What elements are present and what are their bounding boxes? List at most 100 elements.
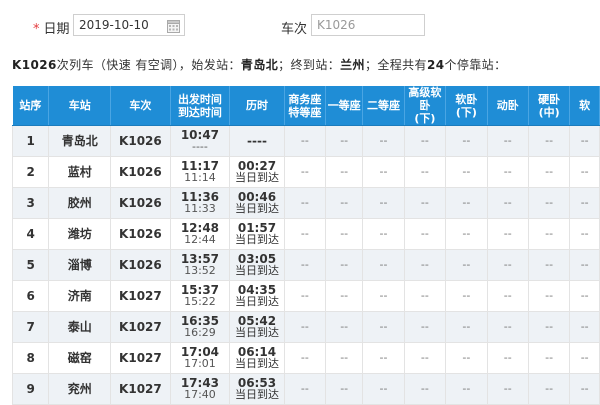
station-name: 济南: [48, 280, 112, 312]
stop-number: 1: [11, 125, 50, 157]
duration-cell: 00:27 当日到达: [229, 156, 285, 188]
time-cell: 13:57 13:52: [169, 249, 231, 281]
seat-cell: --: [445, 311, 488, 343]
seat-cell: --: [325, 311, 364, 343]
seat-cell: --: [486, 187, 529, 219]
time-cell: 17:04 17:01: [169, 342, 231, 374]
arrival-time: 11:14: [184, 171, 216, 184]
seat-cell: --: [403, 187, 447, 219]
seat-cell: --: [445, 280, 488, 312]
train-code: K1026: [110, 125, 171, 157]
table-row[interactable]: 1 青岛北 K1026 10:47 ---- ---- -- -- -- -- -- -- -- --: [11, 125, 600, 157]
seat-cell: --: [527, 218, 571, 250]
seat-cell: --: [569, 280, 600, 312]
train-code: K1027: [110, 342, 171, 374]
summary-train: K1026: [12, 58, 57, 72]
table-row[interactable]: 2 蓝村 K1026 11:17 11:14 00:27 当日到达 -- -- -- -- -- -- -…: [11, 156, 600, 188]
table-row[interactable]: 5 淄博 K1026 13:57 13:52 03:05 当日到达 -- -- -- -- -- -- -…: [11, 249, 600, 281]
column-header-hardsleeper: 硬卧 (中): [528, 86, 571, 126]
seat-cell: --: [445, 187, 488, 219]
seat-cell: --: [445, 249, 488, 281]
arrival-note: 当日到达: [234, 233, 279, 246]
column-header-first: 一等座: [325, 86, 364, 126]
duration-cell: 06:14 当日到达: [229, 342, 285, 374]
seat-cell: --: [527, 187, 571, 219]
train-label: 车次: [281, 22, 308, 37]
stop-number: 7: [11, 311, 50, 343]
seat-cell: --: [403, 280, 447, 312]
seat-cell: --: [325, 342, 364, 374]
column-header-business: 商务座 特等座: [284, 86, 327, 126]
table-body: 1 青岛北 K1026 10:47 ---- ---- -- -- -- -- -- -- -- -- 2 蓝…: [11, 125, 600, 405]
duration-cell: 01:57 当日到达: [229, 218, 285, 250]
table-row[interactable]: 3 胶州 K1026 11:36 11:33 00:46 当日到达 -- -- -- -- -- -- -…: [11, 187, 600, 219]
seat-cell: --: [445, 218, 488, 250]
search-bar: * 日期 2019-10-10 车次 K1026: [0, 0, 600, 52]
seat-cell: --: [283, 280, 327, 312]
time-cell: 15:37 15:22: [169, 280, 231, 312]
seat-cell: --: [362, 156, 405, 188]
table-row[interactable]: 8 磁窑 K1027 17:04 17:01 06:14 当日到达 -- -- -- -- -- -- -…: [11, 342, 600, 374]
calendar-icon[interactable]: [167, 18, 180, 33]
seat-cell: --: [325, 156, 364, 188]
seat-cell: --: [527, 249, 571, 281]
seat-cell: --: [325, 125, 364, 157]
duration-cell: 00:46 当日到达: [229, 187, 285, 219]
seat-cell: --: [283, 342, 327, 374]
seat-cell: --: [445, 156, 488, 188]
arrival-time: 11:33: [184, 202, 216, 215]
stop-number: 5: [11, 249, 50, 281]
seat-cell: --: [403, 125, 447, 157]
arrival-note: 当日到达: [234, 388, 279, 401]
seat-cell: --: [403, 249, 447, 281]
seat-cell: --: [527, 125, 571, 157]
table-row[interactable]: 7 泰山 K1027 16:35 16:29 05:42 当日到达 -- -- -- -- -- -- -…: [11, 311, 600, 343]
time-cell: 16:35 16:29: [169, 311, 231, 343]
date-label: * 日期: [33, 18, 70, 37]
summary-suffix2: 个停靠站：: [444, 58, 507, 72]
station-name: 淄博: [48, 249, 112, 281]
summary-mid: ；终到站：: [278, 58, 341, 72]
duration-cell: ----: [229, 125, 285, 157]
table-row[interactable]: 6 济南 K1027 15:37 15:22 04:35 当日到达 -- -- -- -- -- -- -…: [11, 280, 600, 312]
train-number-placeholder: K1026: [317, 18, 356, 32]
train-summary: K1026次列车（快速 有空调），始发站：青岛北；终到站：兰州；全程共有24个停…: [12, 56, 600, 72]
arrival-time: 17:40: [184, 388, 216, 401]
column-header-no: 站序: [12, 86, 50, 126]
seat-cell: --: [569, 156, 600, 188]
station-name: 泰山: [48, 311, 112, 343]
seat-cell: --: [362, 342, 405, 374]
seat-cell: --: [569, 249, 600, 281]
duration-cell: 03:05 当日到达: [229, 249, 285, 281]
stop-number: 3: [11, 187, 50, 219]
seat-cell: --: [569, 311, 600, 343]
seat-cell: --: [569, 125, 600, 157]
summary-stop-count: 24: [426, 58, 445, 72]
column-header-soft: 软卧 (下): [445, 86, 488, 126]
train-number-input[interactable]: K1026: [311, 14, 425, 36]
seat-cell: --: [362, 218, 405, 250]
train-code: K1027: [110, 280, 171, 312]
column-header-train: 车次: [110, 86, 171, 126]
stop-number: 4: [11, 218, 50, 250]
seat-cell: --: [527, 311, 571, 343]
seat-cell: --: [362, 280, 405, 312]
train-code: K1026: [110, 218, 171, 250]
seat-cell: --: [325, 249, 364, 281]
arrival-time: 17:01: [184, 357, 216, 370]
seat-cell: --: [527, 280, 571, 312]
date-label-text: 日期: [43, 22, 70, 37]
table-row[interactable]: 4 潍坊 K1026 12:48 12:44 01:57 当日到达 -- -- -- -- -- -- -…: [11, 218, 600, 250]
seat-cell: --: [527, 342, 571, 374]
column-header-deluxe: 高级软卧 (下): [404, 86, 447, 126]
train-code: K1027: [110, 311, 171, 343]
arrival-time: 15:22: [184, 295, 216, 308]
duration-cell: 04:35 当日到达: [229, 280, 285, 312]
seat-cell: --: [362, 311, 405, 343]
seat-cell: --: [486, 249, 529, 281]
date-input[interactable]: 2019-10-10: [73, 14, 185, 36]
date-value: 2019-10-10: [79, 18, 149, 32]
seat-cell: --: [527, 156, 571, 188]
arrival-note: 当日到达: [234, 264, 279, 277]
time-cell: 11:17 11:14: [169, 156, 231, 188]
